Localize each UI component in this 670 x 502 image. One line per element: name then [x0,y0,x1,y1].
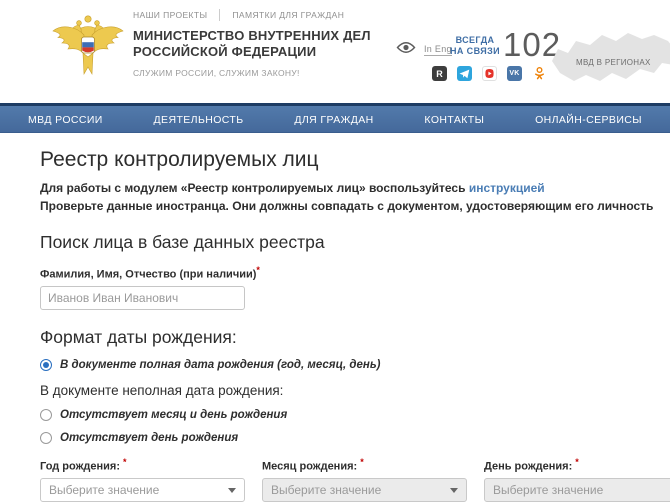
nav-contacts[interactable]: КОНТАКТЫ [424,114,484,126]
always-line1: ВСЕГДА [449,35,501,46]
main-navigation: МВД РОССИИ ДЕЯТЕЛЬНОСТЬ ДЛЯ ГРАЖДАН КОНТ… [0,103,670,133]
top-links-divider [219,9,220,21]
always-in-touch-label: ВСЕГДА НА СВЯЗИ [449,35,501,57]
ministry-slogan: СЛУЖИМ РОССИИ, СЛУЖИМ ЗАКОНУ! [133,68,300,78]
language-switch-link[interactable]: In Eng [424,44,452,56]
required-asterisk: * [360,457,364,467]
full-name-input[interactable] [40,286,245,310]
regions-label: МВД В РЕГИОНАХ [576,58,651,67]
birth-year-select-value: Выберите значение [49,483,159,497]
radio-full-birth-date-label: В документе полная дата рождения (год, м… [60,359,381,371]
birth-year-column: Год рождения: * Выберите значение [40,457,245,502]
eagle-emblem-icon [48,12,128,92]
radio-no-month-day-label: Отсутствует месяц и день рождения [60,409,287,421]
birth-month-select-value: Выберите значение [271,483,381,497]
mvd-emblem-logo[interactable] [48,12,128,97]
always-line2: НА СВЯЗИ [449,46,501,57]
ministry-title: МИНИСТЕРСТВО ВНУТРЕННИХ ДЕЛ РОССИЙСКОЙ Ф… [133,28,371,60]
birth-month-label: Месяц рождения: * [262,457,467,473]
birth-year-label: Год рождения: * [40,457,245,473]
nav-for-citizens[interactable]: ДЛЯ ГРАЖДАН [294,114,373,126]
ministry-title-line2: РОССИЙСКОЙ ФЕДЕРАЦИИ [133,44,371,60]
intro-prefix: Для работы с модулем «Реестр контролируе… [40,181,465,195]
radio-no-day-label: Отсутствует день рождения [60,432,238,444]
ministry-title-line1: МИНИСТЕРСТВО ВНУТРЕННИХ ДЕЛ [133,28,371,44]
site-header: НАШИ ПРОЕКТЫ ПАМЯТКИ ДЛЯ ГРАЖДАН МИНИСТЕ… [0,0,670,103]
intro-line-1: Для работы с модулем «Реестр контролируе… [40,179,670,197]
name-field-label: Фамилия, Имя, Отчество (при наличии)* [40,265,670,281]
nav-activity[interactable]: ДЕЯТЕЛЬНОСТЬ [154,114,244,126]
birth-day-label-text: День рождения: [484,460,572,472]
search-section-heading: Поиск лица в базе данных реестра [40,232,670,253]
birth-date-selects: Год рождения: * Выберите значение Месяц … [40,457,670,502]
birth-day-column: День рождения: * Выберите значение [484,457,670,502]
birth-day-label: День рождения: * [484,457,670,473]
rutube-icon[interactable]: R [432,66,447,81]
required-asterisk: * [123,457,127,467]
birth-year-select[interactable]: Выберите значение [40,478,245,502]
youtube-icon[interactable] [482,66,497,81]
birth-day-select-value: Выберите значение [493,483,603,497]
birth-year-label-text: Год рождения: [40,460,120,472]
link-citizen-memos[interactable]: ПАМЯТКИ ДЛЯ ГРАЖДАН [232,10,344,20]
mvd-in-regions-map[interactable]: МВД В РЕГИОНАХ [550,27,670,99]
chevron-down-icon [450,488,458,493]
birth-day-select[interactable]: Выберите значение [484,478,670,502]
main-content: Реестр контролируемых лиц Для работы с м… [0,133,670,502]
radio-button-checked[interactable] [40,359,52,371]
header-top-links: НАШИ ПРОЕКТЫ ПАМЯТКИ ДЛЯ ГРАЖДАН [133,9,344,21]
instruction-link[interactable]: инструкцией [469,181,545,195]
accessibility-eye-icon[interactable] [396,41,416,59]
radio-button-unchecked[interactable] [40,432,52,444]
link-our-projects[interactable]: НАШИ ПРОЕКТЫ [133,10,207,20]
telegram-icon[interactable] [457,66,472,81]
radio-button-unchecked[interactable] [40,409,52,421]
birth-month-column: Месяц рождения: * Выберите значение [262,457,467,502]
radio-full-birth-date[interactable]: В документе полная дата рождения (год, м… [40,359,670,371]
radio-no-month-day[interactable]: Отсутствует месяц и день рождения [40,409,670,421]
page-title: Реестр контролируемых лиц [40,147,670,172]
radio-no-day[interactable]: Отсутствует день рождения [40,432,670,444]
birth-month-label-text: Месяц рождения: [262,460,357,472]
odnoklassniki-icon[interactable] [532,66,547,81]
dob-format-heading: Формат даты рождения: [40,327,670,348]
nav-mvd-russia[interactable]: МВД РОССИИ [28,114,103,126]
required-asterisk: * [256,265,260,275]
intro-text: Для работы с модулем «Реестр контролируе… [40,179,670,215]
nav-online-services[interactable]: ОНЛАЙН-СЕРВИСЫ [535,114,642,126]
social-links: R VK [432,66,547,81]
birth-month-select[interactable]: Выберите значение [262,478,467,502]
chevron-down-icon [228,488,236,493]
name-label-text: Фамилия, Имя, Отчество (при наличии) [40,269,256,281]
required-asterisk: * [575,457,579,467]
incomplete-date-label: В документе неполная дата рождения: [40,383,670,398]
vk-icon[interactable]: VK [507,66,522,81]
intro-line-2: Проверьте данные иностранца. Они должны … [40,197,670,215]
